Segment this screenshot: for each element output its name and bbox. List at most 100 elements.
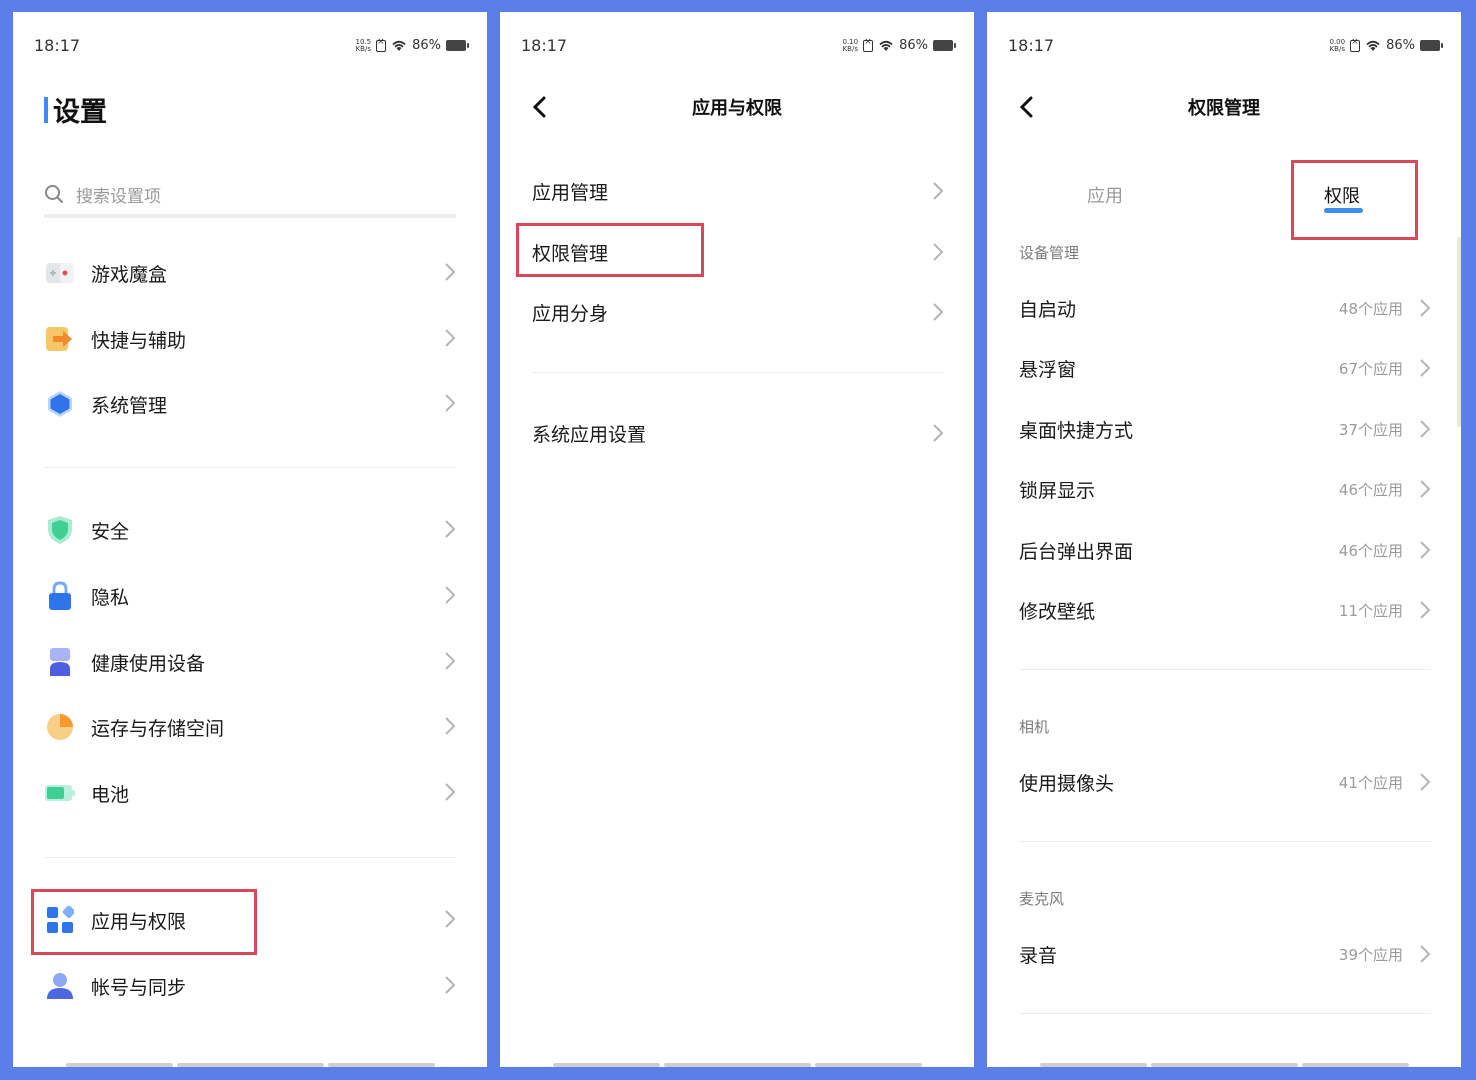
network-speed: 0.10 KB/s	[842, 37, 859, 53]
chevron-right-icon	[933, 424, 944, 442]
chevron-right-icon	[445, 976, 456, 994]
app-count: 41个应用	[1338, 773, 1403, 792]
section-title: 麦克风	[1019, 890, 1065, 908]
app-count: 11个应用	[1338, 601, 1403, 620]
nav-bar-segment	[1040, 1063, 1147, 1067]
network-speed: 10.5 KB/s	[355, 37, 372, 53]
search-icon	[45, 185, 63, 203]
wifi-icon	[391, 39, 407, 52]
menu-item-app-clone[interactable]: 应用分身	[532, 287, 944, 337]
highlight-box	[31, 889, 257, 955]
divider	[532, 372, 944, 373]
game-box-icon	[44, 257, 76, 289]
permission-row[interactable]: 桌面快捷方式 37个应用	[1019, 404, 1431, 454]
battery-status-icon	[446, 40, 469, 51]
permission-row[interactable]: 修改壁纸 11个应用	[1019, 585, 1431, 635]
section-title: 相机	[1019, 718, 1050, 736]
permission-row[interactable]: 锁屏显示 46个应用	[1019, 464, 1431, 514]
chevron-right-icon	[1420, 541, 1431, 559]
page-title: 权限管理	[1188, 98, 1260, 119]
nav-bar-segment	[66, 1063, 173, 1067]
permission-row[interactable]: 自启动 48个应用	[1019, 283, 1431, 333]
highlight-box	[516, 223, 704, 277]
settings-item-privacy[interactable]: 隐私	[44, 571, 456, 621]
status-bar: 18:17 10.5KB/s 86%	[34, 36, 469, 62]
menu-item-system-app-settings[interactable]: 系统应用设置	[532, 408, 944, 458]
pie-chart-icon	[44, 711, 76, 743]
page-title: 应用与权限	[692, 98, 782, 119]
chevron-right-icon	[445, 652, 456, 670]
hexagon-icon	[44, 388, 76, 420]
divider	[1019, 841, 1431, 842]
settings-item-shortcuts[interactable]: 快捷与辅助	[44, 314, 456, 364]
nav-bar-segment	[815, 1063, 922, 1067]
lock-icon	[44, 580, 76, 612]
chevron-right-icon	[933, 303, 944, 321]
nav-bar-segment	[1151, 1063, 1298, 1067]
hourglass-icon	[44, 646, 76, 678]
settings-item-account-sync[interactable]: 帐号与同步	[44, 961, 456, 1011]
battery-status-icon	[1420, 40, 1443, 51]
tab-apps[interactable]: 应用	[1087, 182, 1123, 208]
user-icon	[44, 970, 76, 1002]
divider	[44, 857, 456, 858]
chevron-right-icon	[933, 182, 944, 200]
chevron-right-icon	[1420, 480, 1431, 498]
scrollbar[interactable]	[1457, 237, 1461, 427]
search-input[interactable]: 搜索设置项	[44, 174, 456, 218]
chevron-right-icon	[1420, 299, 1431, 317]
chevron-right-icon	[445, 586, 456, 604]
battery-percent: 86%	[899, 38, 928, 53]
permission-row[interactable]: 后台弹出界面 46个应用	[1019, 525, 1431, 575]
divider	[1019, 1013, 1431, 1014]
nav-bar-segment	[328, 1063, 435, 1067]
highlight-box	[1291, 160, 1418, 240]
app-count: 37个应用	[1338, 420, 1403, 439]
no-sim-icon	[863, 37, 874, 52]
chevron-right-icon	[1420, 773, 1431, 791]
settings-item-digital-wellbeing[interactable]: 健康使用设备	[44, 637, 456, 687]
nav-bar-segment	[553, 1063, 660, 1067]
no-sim-icon	[376, 37, 387, 52]
battery-icon	[44, 777, 76, 809]
chevron-right-icon	[1420, 945, 1431, 963]
settings-item-storage[interactable]: 运存与存储空间	[44, 702, 456, 752]
settings-item-game-box[interactable]: 游戏魔盒	[44, 248, 456, 298]
wifi-icon	[1365, 39, 1381, 52]
settings-item-security[interactable]: 安全	[44, 505, 456, 555]
settings-screen: 18:17 10.5KB/s 86% 设置 搜索设置项 游戏魔盒	[13, 12, 487, 1067]
divider	[1019, 669, 1431, 670]
chevron-right-icon	[445, 910, 456, 928]
battery-status-icon	[933, 40, 956, 51]
battery-percent: 86%	[412, 38, 441, 53]
shield-icon	[44, 514, 76, 546]
network-speed: 0.00 KB/s	[1329, 37, 1346, 53]
app-count: 48个应用	[1338, 299, 1403, 318]
battery-percent: 86%	[1386, 38, 1415, 53]
app-count: 46个应用	[1338, 480, 1403, 499]
settings-item-battery[interactable]: 电池	[44, 768, 456, 818]
chevron-right-icon	[445, 394, 456, 412]
settings-item-system[interactable]: 系统管理	[44, 379, 456, 429]
shortcut-arrow-icon	[44, 323, 76, 355]
status-time: 18:17	[34, 36, 81, 55]
status-time: 18:17	[1008, 36, 1055, 55]
divider	[44, 467, 456, 468]
menu-item-app-management[interactable]: 应用管理	[532, 166, 944, 216]
wifi-icon	[878, 39, 894, 52]
permission-management-screen: 18:17 0.00KB/s 86% 权限管理 应用 权限 设备管理 自启动 4…	[987, 12, 1461, 1067]
page-title: 设置	[44, 90, 107, 129]
permission-row[interactable]: 使用摄像头 41个应用	[1019, 757, 1431, 807]
no-sim-icon	[1350, 37, 1361, 52]
chevron-right-icon	[445, 783, 456, 801]
section-title: 设备管理	[1019, 244, 1080, 262]
chevron-right-icon	[1420, 359, 1431, 377]
permission-row[interactable]: 悬浮窗 67个应用	[1019, 343, 1431, 393]
app-count: 67个应用	[1338, 359, 1403, 378]
chevron-right-icon	[445, 263, 456, 281]
chevron-right-icon	[445, 717, 456, 735]
status-bar: 18:17 0.00KB/s 86%	[1008, 36, 1443, 62]
chevron-right-icon	[1420, 601, 1431, 619]
search-placeholder: 搜索设置项	[76, 186, 161, 207]
permission-row[interactable]: 录音 39个应用	[1019, 929, 1431, 979]
